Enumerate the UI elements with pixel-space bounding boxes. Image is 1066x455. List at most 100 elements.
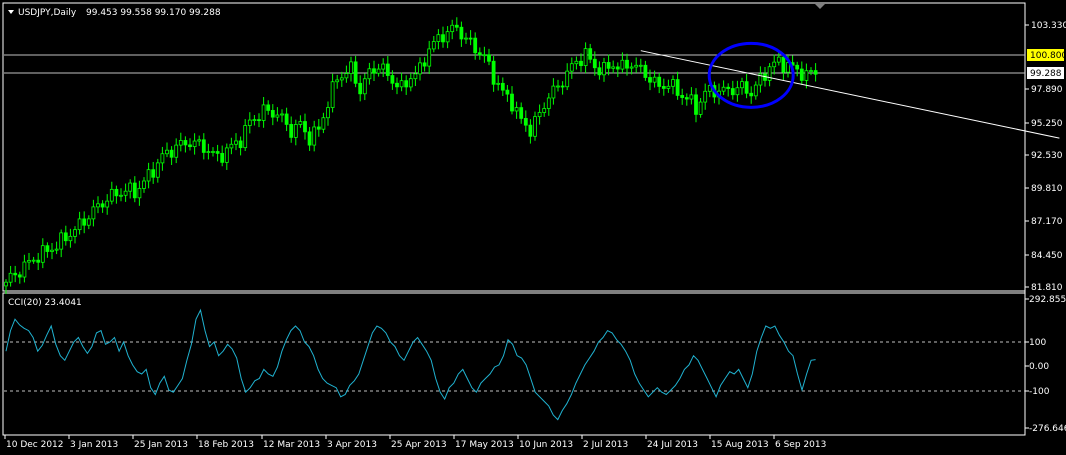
- candle-body: [284, 113, 289, 125]
- candle-body: [689, 94, 694, 100]
- candle-body: [592, 58, 597, 69]
- candle-body: [638, 64, 643, 67]
- candle-body: [4, 281, 8, 287]
- candle-body: [795, 64, 800, 70]
- candle-body: [280, 113, 284, 116]
- candle-body: [243, 125, 248, 149]
- candle-body: [132, 182, 137, 199]
- candle-body: [312, 126, 317, 146]
- candle-body: [8, 272, 13, 283]
- candle-body: [813, 70, 818, 75]
- candle-body: [491, 60, 496, 85]
- candle-body: [583, 48, 588, 66]
- candle-body: [82, 218, 87, 226]
- chart-canvas: USDJPY,Daily 99.453 99.558 99.170 99.288…: [2, 2, 1066, 450]
- candle-body: [335, 79, 340, 83]
- candle-body: [169, 149, 174, 158]
- candle-body: [224, 147, 229, 163]
- candle-body: [781, 56, 786, 73]
- cci-tick-label: -100: [1029, 387, 1050, 397]
- candle-body: [408, 78, 413, 88]
- triangle-down-icon[interactable]: [8, 10, 14, 14]
- time-axis: 10 Dec 2012 3 Jan 2013 25 Jan 2013 18 Feb 2…: [4, 435, 826, 450]
- candle-body: [13, 272, 18, 276]
- candle-body: [344, 73, 349, 79]
- candle-body: [675, 79, 680, 96]
- candle-body: [445, 31, 450, 43]
- candle-body: [666, 85, 671, 89]
- cci-tick-label: 292.8552: [1029, 295, 1066, 305]
- price-tick-label: 87.170: [1031, 217, 1063, 227]
- candle-body: [680, 95, 685, 98]
- candle-body: [652, 76, 657, 83]
- candle-body: [367, 68, 372, 80]
- candle-body: [744, 81, 749, 94]
- candle-body: [275, 114, 280, 118]
- candle-body: [441, 34, 445, 43]
- candle-body: [767, 66, 772, 81]
- candle-body: [77, 218, 82, 231]
- candle-body: [293, 124, 298, 138]
- candle-body: [63, 232, 68, 242]
- candle-body: [261, 104, 266, 121]
- candle-body: [477, 52, 482, 56]
- highlight-price-label: 100.800: [1030, 51, 1066, 61]
- candle-body: [197, 139, 202, 142]
- candle-body: [358, 82, 363, 95]
- cci-axis: 292.8552 100 0.00 -100 -276.646: [1025, 295, 1066, 434]
- candle-body: [602, 62, 606, 76]
- candle-body: [68, 235, 73, 242]
- candle-body: [721, 86, 726, 92]
- candle-body: [330, 81, 335, 108]
- candle-body: [579, 60, 583, 66]
- time-tick-label: 10 Jun 2013: [519, 440, 573, 450]
- candle-body: [749, 92, 754, 97]
- symbol-title: USDJPY,Daily: [18, 8, 77, 18]
- candle-body: [142, 180, 146, 189]
- candle-body: [431, 41, 436, 50]
- candle-body: [454, 24, 459, 28]
- candle-body: [155, 162, 160, 178]
- candle-body: [188, 144, 192, 148]
- candle-body: [422, 62, 427, 67]
- candle-body: [551, 85, 556, 99]
- candle-body: [450, 24, 455, 33]
- time-tick-label: 10 Dec 2012: [6, 440, 64, 450]
- candle-body: [510, 93, 514, 112]
- candle-body: [523, 118, 528, 126]
- candle-body: [753, 84, 758, 97]
- cci-tick-label: 100: [1029, 338, 1046, 348]
- candle-body: [657, 76, 662, 87]
- candle-body: [40, 245, 45, 263]
- time-tick-label: 17 May 2013: [455, 440, 514, 450]
- candle-body: [174, 144, 179, 158]
- candle-body: [772, 61, 777, 68]
- chart-shift-marker-icon[interactable]: [815, 4, 825, 9]
- candle-body: [399, 80, 404, 88]
- candle-body: [326, 107, 330, 119]
- cci-tick-label: -276.646: [1029, 424, 1066, 434]
- candle-body: [247, 119, 252, 126]
- candle-body: [238, 140, 243, 149]
- time-tick-label: 15 Aug 2013: [711, 440, 769, 450]
- candle-body: [381, 63, 386, 70]
- candle-body: [17, 274, 22, 278]
- candle-body: [257, 119, 261, 122]
- candle-body: [418, 62, 422, 75]
- candle-body: [91, 206, 96, 220]
- candle-body: [316, 126, 321, 130]
- candle-body: [59, 232, 64, 250]
- candle-body: [252, 119, 257, 122]
- time-tick-label: 3 Apr 2013: [327, 440, 377, 450]
- candle-body: [109, 188, 114, 202]
- candle-body: [464, 37, 468, 40]
- price-tick-label: 95.250: [1031, 119, 1063, 129]
- candle-body: [514, 107, 519, 112]
- candle-body: [533, 116, 537, 137]
- candle-body: [694, 94, 698, 115]
- candle-body: [804, 70, 809, 81]
- price-tick-label: 97.890: [1031, 85, 1063, 95]
- candle-body: [160, 153, 165, 164]
- candle-body: [229, 143, 234, 149]
- candle-body: [459, 26, 464, 40]
